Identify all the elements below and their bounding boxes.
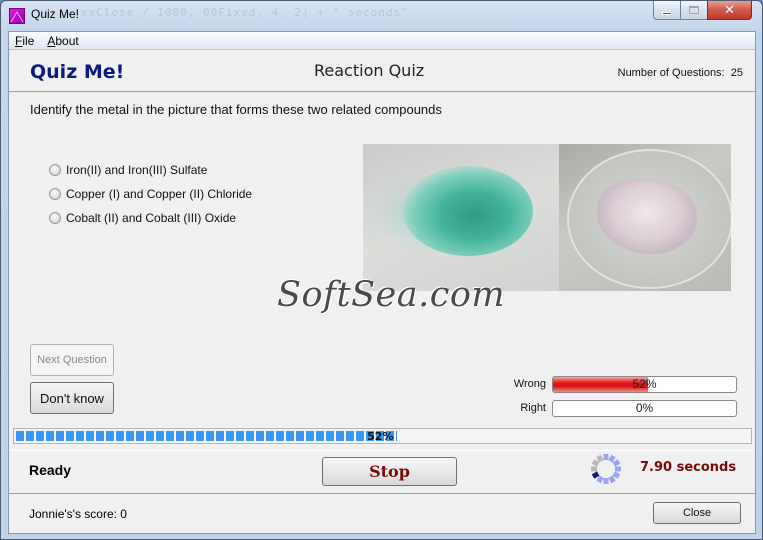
- spinner-segment: [608, 475, 616, 484]
- menu-file[interactable]: File: [15, 34, 34, 48]
- divider: [9, 493, 755, 494]
- num-questions-label: Number of Questions:: [617, 67, 725, 79]
- question-text: Identify the metal in the picture that f…: [30, 102, 442, 117]
- title-background-text: xxClose / 1000, 00Fixed, 4, 2) + " secon…: [81, 6, 409, 19]
- menu-about[interactable]: About: [47, 34, 78, 48]
- minimize-button[interactable]: [653, 1, 680, 20]
- radio-button[interactable]: [49, 188, 61, 200]
- radio-button[interactable]: [49, 212, 61, 224]
- stop-button[interactable]: Stop: [322, 457, 457, 486]
- maximize-button[interactable]: [680, 1, 707, 20]
- wrong-meter-text: 52%: [632, 377, 657, 391]
- title-bar[interactable]: Quiz Me! xxClose / 1000, 00Fixed, 4, 2) …: [1, 1, 762, 31]
- dont-know-button[interactable]: Don't know: [30, 382, 114, 414]
- menu-about-label: bout: [55, 33, 79, 48]
- radio-button[interactable]: [49, 164, 61, 176]
- caption-buttons: ✕: [653, 1, 752, 21]
- wrong-meter: 52%: [552, 376, 737, 393]
- close-button[interactable]: Close: [653, 502, 741, 524]
- spinner-segment: [596, 475, 604, 484]
- right-meter: 0%: [552, 400, 737, 417]
- pink-powder-photo: [559, 144, 731, 291]
- spinner-segment: [596, 454, 604, 463]
- num-questions-value: 25: [730, 67, 743, 79]
- answer-option-label: Copper (I) and Copper (II) Chloride: [66, 187, 253, 201]
- quiz-header: Quiz Me! Reaction Quiz Number of Questio…: [9, 50, 755, 92]
- divider: [9, 450, 755, 451]
- spinner-segment: [612, 459, 621, 467]
- status-text: Ready: [29, 462, 72, 478]
- quiz-name: Reaction Quiz: [314, 61, 425, 80]
- maximize-icon: [689, 6, 699, 14]
- quiz-progress-bar: 52%: [13, 428, 752, 444]
- spinner-segment: [591, 459, 600, 467]
- right-meter-text: 0%: [635, 401, 654, 415]
- wrong-label: Wrong: [513, 378, 546, 390]
- crystal-pile: [403, 166, 533, 256]
- app-window: Quiz Me! xxClose / 1000, 00Fixed, 4, 2) …: [0, 0, 763, 540]
- menu-bar: File About: [9, 32, 755, 50]
- answer-option-label: Cobalt (II) and Cobalt (III) Oxide: [66, 211, 237, 225]
- progress-text: 52%: [367, 430, 394, 443]
- question-image: [363, 144, 731, 291]
- answer-option[interactable]: Copper (I) and Copper (II) Chloride: [49, 182, 252, 206]
- window-title: Quiz Me!: [31, 7, 80, 21]
- answer-option[interactable]: Cobalt (II) and Cobalt (III) Oxide: [49, 206, 252, 230]
- num-questions: Number of Questions: 25: [618, 67, 743, 79]
- watermark: SoftSea.com: [277, 275, 506, 315]
- spinner-segment: [591, 471, 600, 479]
- spinner-segment: [612, 471, 621, 479]
- answer-options: Iron(II) and Iron(III) Sulfate Copper (I…: [49, 158, 252, 230]
- next-question-button[interactable]: Next Question: [30, 344, 114, 376]
- app-icon: [9, 8, 25, 24]
- menu-file-label: ile: [22, 33, 35, 48]
- close-icon: ✕: [724, 2, 735, 18]
- minimize-icon: [662, 11, 672, 15]
- right-label: Right: [520, 402, 546, 414]
- answer-option[interactable]: Iron(II) and Iron(III) Sulfate: [49, 158, 252, 182]
- green-crystals-photo: [363, 144, 559, 291]
- progress-fill: [16, 431, 398, 441]
- client-area: File About Quiz Me! Reaction Quiz Number…: [8, 31, 756, 534]
- window-close-button[interactable]: ✕: [707, 1, 752, 20]
- brand-title: Quiz Me!: [30, 61, 125, 83]
- score-text: Jonnie's's score: 0: [29, 507, 127, 521]
- progress-track: 52%: [16, 430, 749, 443]
- spinner-segment: [608, 454, 616, 463]
- answer-option-label: Iron(II) and Iron(III) Sulfate: [66, 163, 208, 177]
- timer-text: 7.90 seconds: [640, 460, 737, 475]
- loading-spinner-icon: [591, 454, 621, 484]
